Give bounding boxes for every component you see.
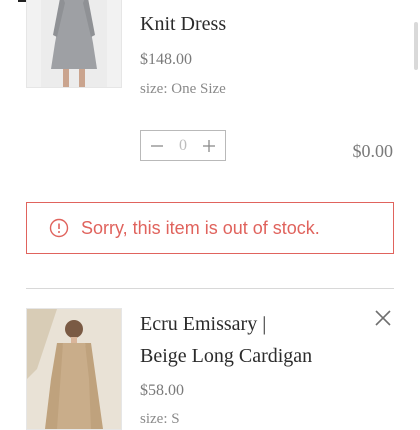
- item-name[interactable]: Knit Dress: [140, 8, 226, 40]
- item-size: size: One Size: [140, 81, 226, 97]
- decrease-quantity-button[interactable]: [149, 138, 165, 154]
- increase-quantity-button[interactable]: [201, 138, 217, 154]
- close-icon: [375, 310, 391, 326]
- plus-icon: [203, 139, 215, 152]
- item-name[interactable]: Ecru Emissary | Beige Long Cardigan: [140, 308, 312, 372]
- knit-dress-image[interactable]: [26, 0, 122, 88]
- item-divider: [26, 288, 394, 289]
- cardigan-photo: [27, 309, 121, 429]
- minus-icon: [151, 144, 163, 147]
- knit-dress-photo: [27, 0, 121, 87]
- item-name-line-1[interactable]: Ecru Emissary |: [140, 308, 312, 340]
- line-total: $0.00: [352, 141, 394, 161]
- cardigan-image[interactable]: [26, 308, 122, 430]
- quantity-value[interactable]: 0: [171, 137, 195, 155]
- item-price: $58.00: [140, 382, 184, 399]
- item-name-line-2[interactable]: Beige Long Cardigan: [140, 340, 312, 372]
- scrollbar[interactable]: [414, 22, 418, 70]
- quantity-stepper[interactable]: 0: [140, 130, 226, 161]
- out-of-stock-alert: Sorry, this item is out of stock.: [26, 202, 394, 254]
- alert-circle-icon: [49, 218, 69, 238]
- alert-message: Sorry, this item is out of stock.: [81, 217, 320, 238]
- item-price: $148.00: [140, 51, 192, 68]
- remove-item-button[interactable]: [373, 308, 393, 328]
